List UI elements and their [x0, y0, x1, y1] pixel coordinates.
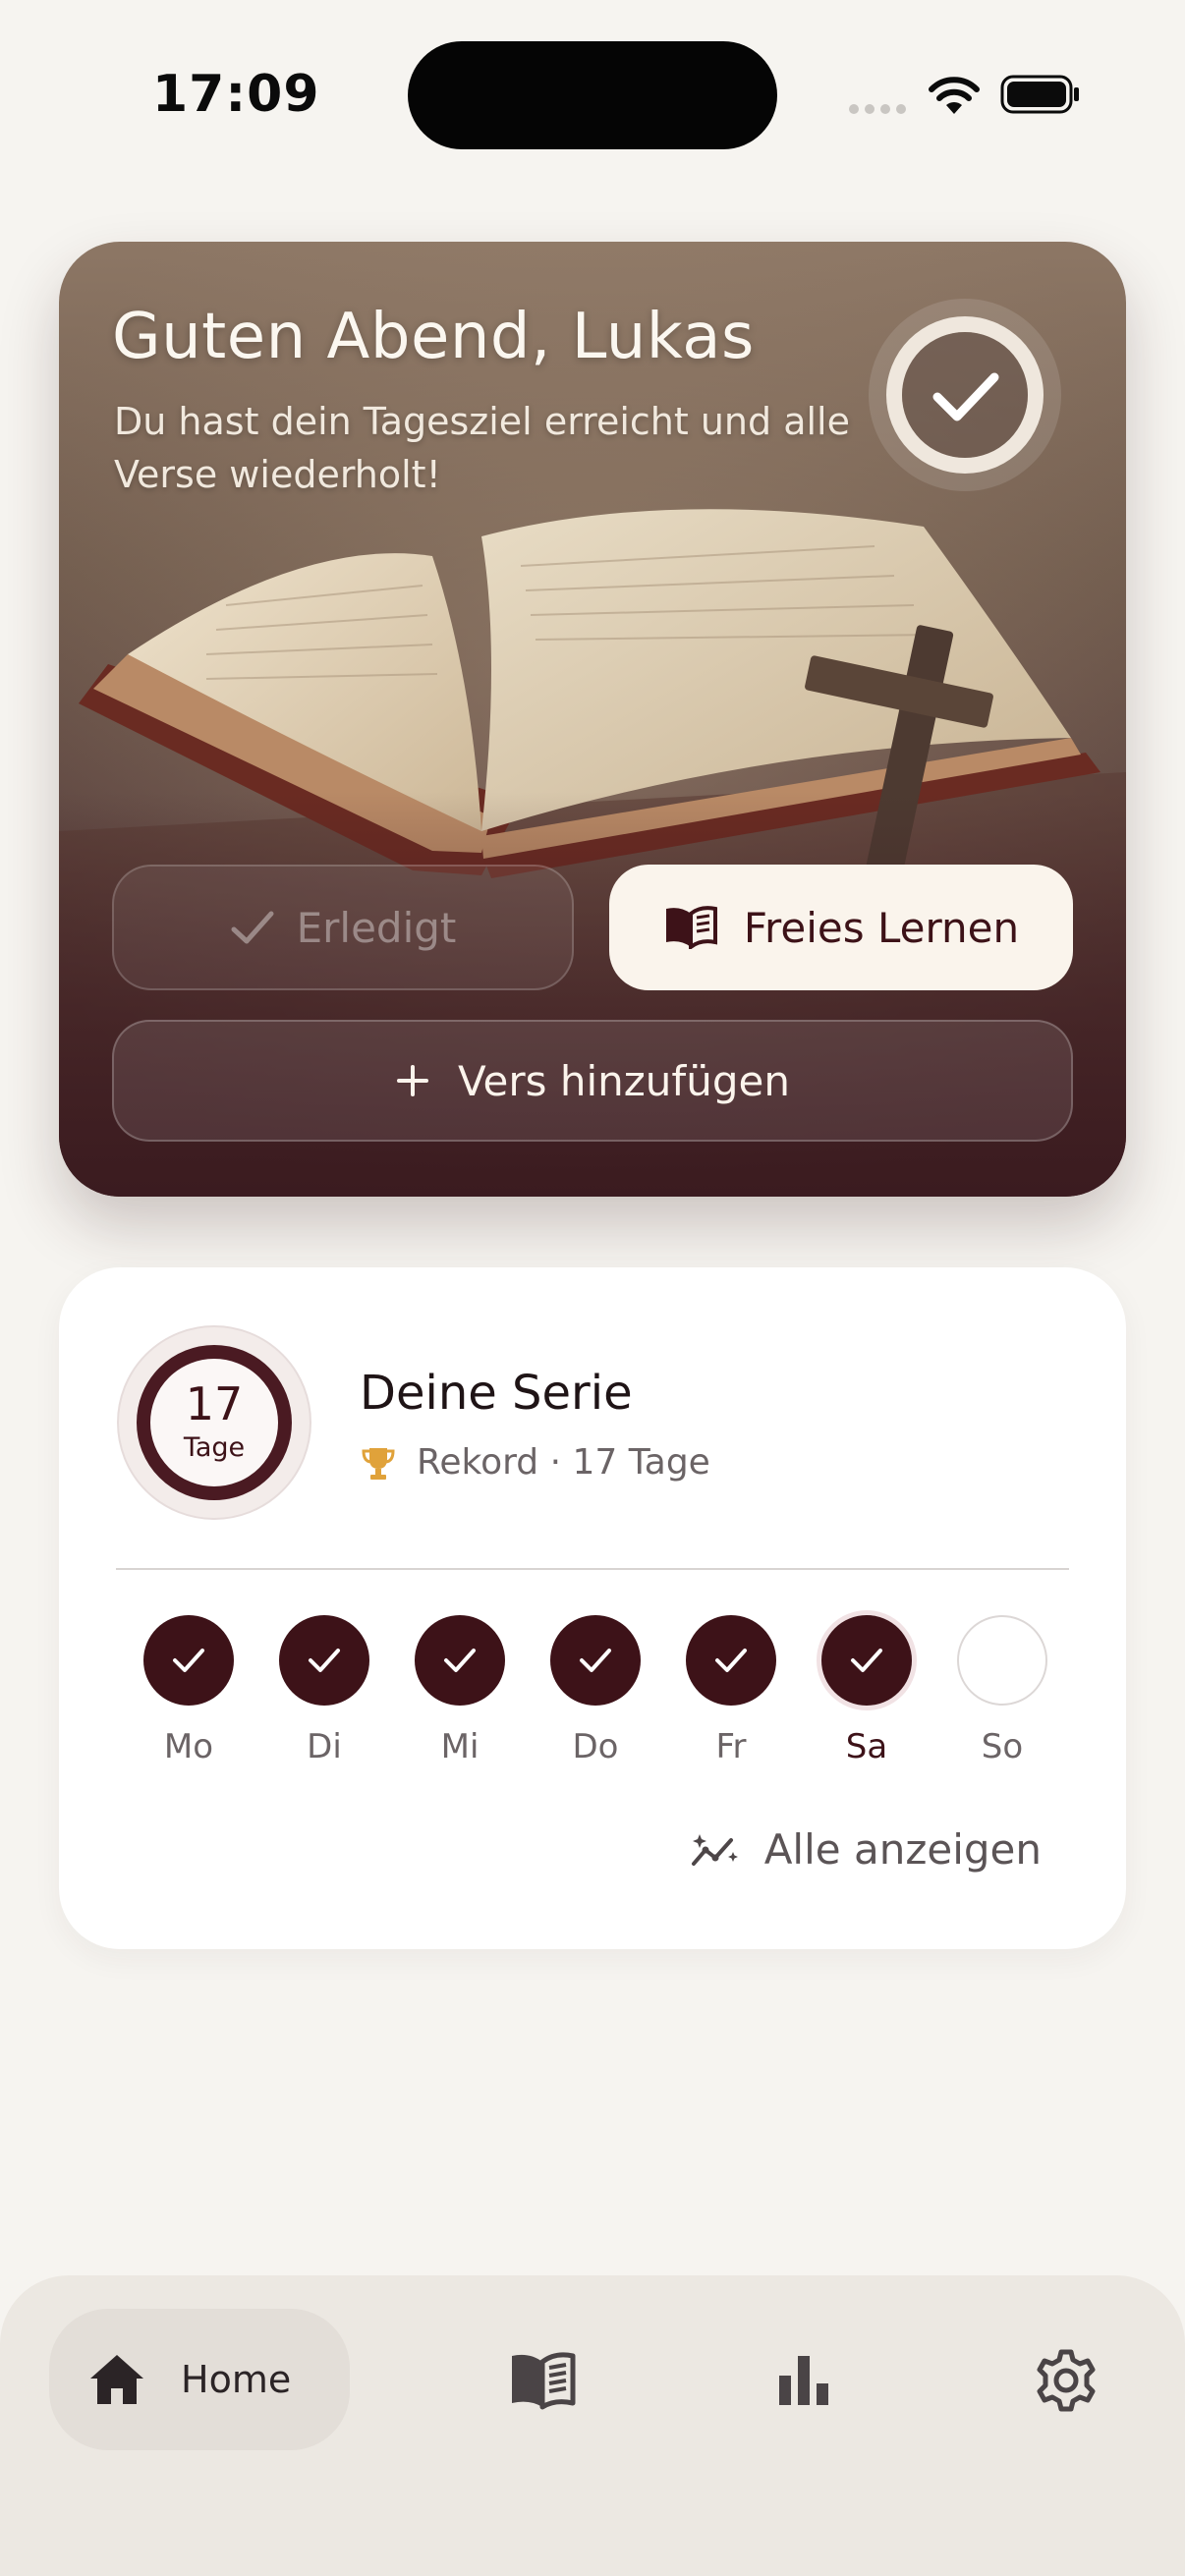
- free-learning-label: Freies Lernen: [743, 903, 1020, 952]
- greeting-title: Guten Abend, Lukas: [112, 301, 755, 373]
- add-verse-button[interactable]: Vers hinzufügen: [112, 1020, 1073, 1142]
- streak-count: 17: [185, 1377, 244, 1430]
- day-check-icon: [821, 1615, 912, 1706]
- add-verse-label: Vers hinzufügen: [458, 1056, 790, 1105]
- done-button[interactable]: Erledigt: [112, 865, 574, 990]
- record-text: Rekord · 17 Tage: [417, 1442, 710, 1483]
- day-check-icon: [415, 1615, 505, 1706]
- check-icon: [231, 911, 274, 944]
- stats-icon[interactable]: [769, 2346, 838, 2415]
- weekday-row: Mo Di Mi Do Fr Sa So: [141, 1615, 1065, 1782]
- sparkle-chart-icon: [691, 1833, 738, 1866]
- day-mo: Mo: [141, 1615, 236, 1766]
- day-so: So: [955, 1615, 1049, 1766]
- trophy-icon: [362, 1447, 395, 1480]
- battery-icon: [1000, 75, 1079, 114]
- day-label: Mo: [163, 1727, 214, 1766]
- day-label: Fr: [715, 1727, 747, 1766]
- done-button-label: Erledigt: [296, 903, 457, 952]
- record-row: Rekord · 17 Tage: [362, 1442, 710, 1483]
- streak-unit: Tage: [183, 1432, 246, 1463]
- greeting-subtitle: Du hast dein Tagesziel erreicht und alle…: [114, 400, 850, 496]
- day-check-icon: [550, 1615, 641, 1706]
- daily-goal-check-icon: [869, 299, 1061, 491]
- dynamic-island: [408, 41, 777, 149]
- day-label: Do: [572, 1727, 619, 1766]
- day-label: Mi: [440, 1727, 480, 1766]
- hero-card: Guten Abend, Lukas Du hast dein Tageszie…: [59, 242, 1126, 1197]
- home-icon: [90, 2355, 143, 2404]
- wifi-icon: [929, 77, 980, 114]
- signal-icon: [849, 104, 906, 114]
- day-di: Di: [277, 1615, 371, 1766]
- day-fr: Fr: [684, 1615, 778, 1766]
- day-label: Sa: [845, 1727, 888, 1766]
- streak-title: Deine Serie: [360, 1366, 633, 1421]
- tab-bar: Home: [0, 2275, 1185, 2576]
- free-learning-button[interactable]: Freies Lernen: [609, 865, 1073, 990]
- day-check-icon: [143, 1615, 234, 1706]
- day-label: Di: [307, 1727, 342, 1766]
- day-do: Do: [548, 1615, 643, 1766]
- open-book-icon: [665, 906, 717, 949]
- day-empty-circle: [957, 1615, 1047, 1706]
- day-mi: Mi: [413, 1615, 507, 1766]
- divider: [116, 1568, 1069, 1570]
- book-icon[interactable]: [508, 2346, 577, 2415]
- day-check-icon: [279, 1615, 369, 1706]
- tab-home-label: Home: [181, 2358, 292, 2401]
- show-all-link[interactable]: Alle anzeigen: [690, 1825, 1042, 1874]
- streak-card: 17 Tage Deine Serie Rekord · 17 Tage Mo …: [59, 1267, 1126, 1949]
- day-sa: Sa: [819, 1615, 914, 1766]
- plus-icon: [397, 1065, 429, 1096]
- day-label: So: [981, 1727, 1024, 1766]
- status-time: 17:09: [152, 65, 320, 124]
- tab-home[interactable]: Home: [49, 2309, 350, 2450]
- day-check-icon: [686, 1615, 776, 1706]
- settings-icon[interactable]: [1032, 2346, 1100, 2415]
- show-all-label: Alle anzeigen: [763, 1825, 1042, 1874]
